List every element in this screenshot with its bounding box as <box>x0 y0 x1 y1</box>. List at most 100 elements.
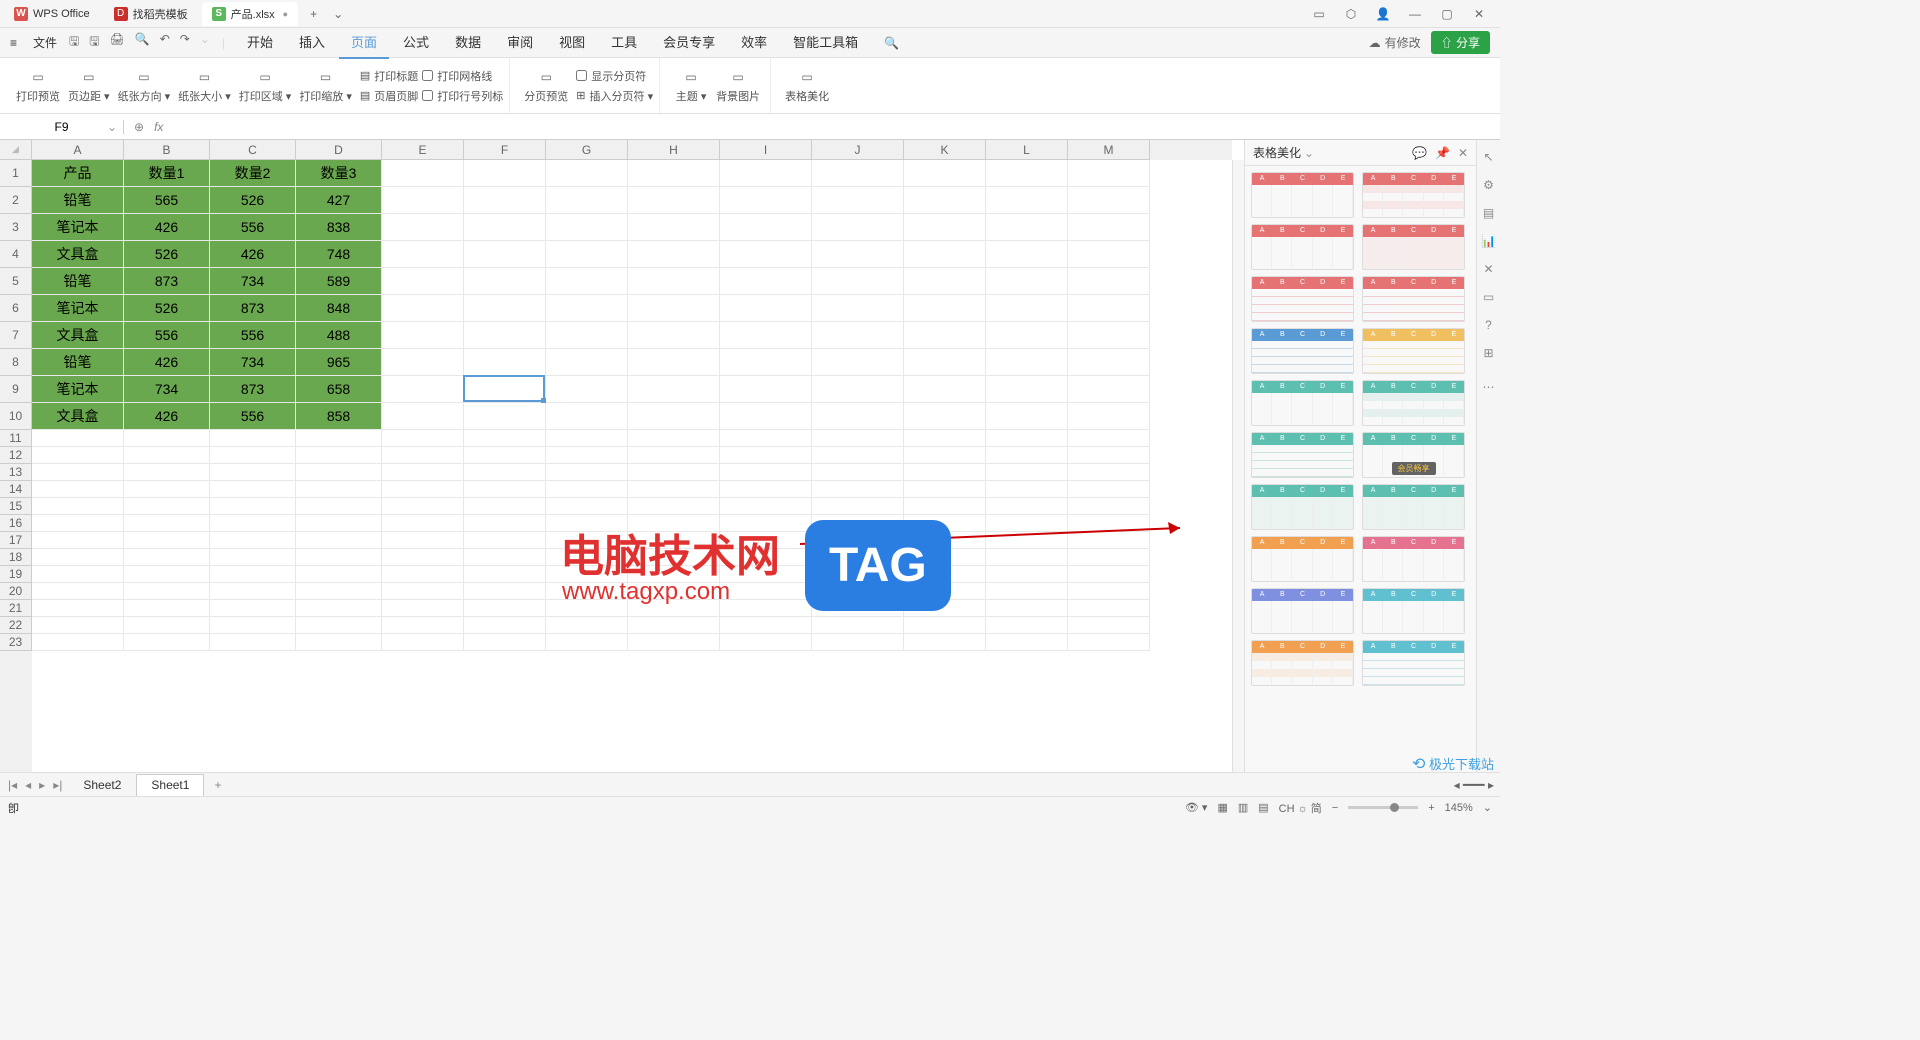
cell-empty[interactable] <box>628 376 720 403</box>
chevron-down-icon[interactable]: ⌄ <box>1304 146 1314 160</box>
col-header-D[interactable]: D <box>296 140 382 160</box>
hamburger-icon[interactable]: ≡ <box>6 36 21 50</box>
cell-empty[interactable] <box>986 464 1068 481</box>
cell-empty[interactable] <box>812 549 904 566</box>
cell-data[interactable]: 笔记本 <box>32 295 124 322</box>
cell-header[interactable]: 数量2 <box>210 160 296 187</box>
cell-empty[interactable] <box>904 349 986 376</box>
cell-data[interactable]: 笔记本 <box>32 214 124 241</box>
ribbon-插入分页符[interactable]: ⊞ 插入分页符 ▾ <box>576 88 653 104</box>
ribbon-主题[interactable]: ▭主题 ▾ <box>670 68 712 104</box>
cell-empty[interactable] <box>546 295 628 322</box>
zoom-thumb[interactable] <box>1390 803 1399 812</box>
row-header-9[interactable]: 9 <box>0 376 32 403</box>
cell-empty[interactable] <box>1068 160 1150 187</box>
tab-dropdown-button[interactable]: ⌄ <box>325 7 351 21</box>
cell-empty[interactable] <box>904 403 986 430</box>
cell-header[interactable]: 数量3 <box>296 160 382 187</box>
template-item[interactable]: ABCDE <box>1251 432 1354 478</box>
cell-empty[interactable] <box>720 403 812 430</box>
row-header-23[interactable]: 23 <box>0 634 32 651</box>
cell-empty[interactable] <box>812 532 904 549</box>
template-item[interactable]: ABCDE <box>1251 224 1354 270</box>
cell-empty[interactable] <box>546 498 628 515</box>
cell-empty[interactable] <box>124 447 210 464</box>
cell-empty[interactable] <box>812 322 904 349</box>
help-icon[interactable]: ? <box>1485 318 1492 332</box>
cell-empty[interactable] <box>1068 349 1150 376</box>
view-normal-icon[interactable]: ▦ <box>1217 801 1227 814</box>
ribbon-打印区域[interactable]: ▭打印区域 ▾ <box>235 68 296 104</box>
col-header-K[interactable]: K <box>904 140 986 160</box>
checkbox[interactable] <box>422 70 433 81</box>
col-header-J[interactable]: J <box>812 140 904 160</box>
cell-empty[interactable] <box>1068 430 1150 447</box>
sheet-tab-Sheet2[interactable]: Sheet2 <box>68 774 136 796</box>
template-list[interactable]: ABCDEABCDEABCDEABCDEABCDEABCDEABCDEABCDE… <box>1245 166 1476 772</box>
cell-empty[interactable] <box>628 498 720 515</box>
cell-empty[interactable] <box>812 214 904 241</box>
template-item[interactable]: ABCDE <box>1251 588 1354 634</box>
cell-data[interactable]: 文具盒 <box>32 322 124 349</box>
cell-empty[interactable] <box>720 566 812 583</box>
cell-empty[interactable] <box>382 349 464 376</box>
cell-empty[interactable] <box>812 566 904 583</box>
hscroll-placeholder[interactable]: ◂ ━━━ ▸ <box>1454 778 1494 792</box>
grid-icon[interactable]: ⊞ <box>1483 346 1493 360</box>
cell-empty[interactable] <box>382 464 464 481</box>
redo-icon[interactable]: ↷ <box>180 32 190 53</box>
cell-empty[interactable] <box>628 430 720 447</box>
row-header-19[interactable]: 19 <box>0 566 32 583</box>
row-header-17[interactable]: 17 <box>0 532 32 549</box>
cell-empty[interactable] <box>720 376 812 403</box>
row-header-2[interactable]: 2 <box>0 187 32 214</box>
cell-empty[interactable] <box>296 515 382 532</box>
cell-empty[interactable] <box>904 617 986 634</box>
cell-empty[interactable] <box>464 376 546 403</box>
cell-empty[interactable] <box>1068 295 1150 322</box>
cell-empty[interactable] <box>296 549 382 566</box>
eye-icon[interactable]: 👁 ▾ <box>1185 801 1208 814</box>
cell-empty[interactable] <box>904 268 986 295</box>
col-header-L[interactable]: L <box>986 140 1068 160</box>
chart-icon[interactable]: 📊 <box>1481 234 1496 248</box>
cell-empty[interactable] <box>812 447 904 464</box>
cell-empty[interactable] <box>32 430 124 447</box>
cell-empty[interactable] <box>628 549 720 566</box>
name-box-input[interactable] <box>8 120 115 134</box>
cell-empty[interactable] <box>904 515 986 532</box>
cell-empty[interactable] <box>296 447 382 464</box>
cell-empty[interactable] <box>382 268 464 295</box>
cell-empty[interactable] <box>32 600 124 617</box>
cell-empty[interactable] <box>124 515 210 532</box>
cell-empty[interactable] <box>382 583 464 600</box>
menu-tab-2[interactable]: 页面 <box>339 26 389 59</box>
cell-data[interactable]: 铅笔 <box>32 349 124 376</box>
cell-empty[interactable] <box>812 187 904 214</box>
cell-empty[interactable] <box>210 532 296 549</box>
cell-empty[interactable] <box>720 349 812 376</box>
cell-empty[interactable] <box>546 617 628 634</box>
cell-data[interactable]: 873 <box>210 376 296 403</box>
layers-icon[interactable]: ▤ <box>1483 206 1494 220</box>
cell-data[interactable]: 笔记本 <box>32 376 124 403</box>
cell-empty[interactable] <box>904 376 986 403</box>
cell-data[interactable]: 426 <box>124 403 210 430</box>
cell-empty[interactable] <box>986 268 1068 295</box>
template-item[interactable]: ABCDE <box>1362 640 1465 686</box>
cloud-status[interactable]: ☁ 有修改 <box>1369 34 1421 51</box>
cell-empty[interactable] <box>32 549 124 566</box>
cell-empty[interactable] <box>904 187 986 214</box>
cell-empty[interactable] <box>1068 241 1150 268</box>
template-item[interactable]: ABCDE <box>1362 328 1465 374</box>
row-header-13[interactable]: 13 <box>0 464 32 481</box>
template-item[interactable]: ABCDE <box>1251 640 1354 686</box>
cell-empty[interactable] <box>546 160 628 187</box>
cell-data[interactable]: 589 <box>296 268 382 295</box>
cell-empty[interactable] <box>546 515 628 532</box>
cell-empty[interactable] <box>1068 268 1150 295</box>
cell-empty[interactable] <box>464 160 546 187</box>
cell-empty[interactable] <box>124 464 210 481</box>
cell-empty[interactable] <box>904 481 986 498</box>
cell-empty[interactable] <box>382 600 464 617</box>
